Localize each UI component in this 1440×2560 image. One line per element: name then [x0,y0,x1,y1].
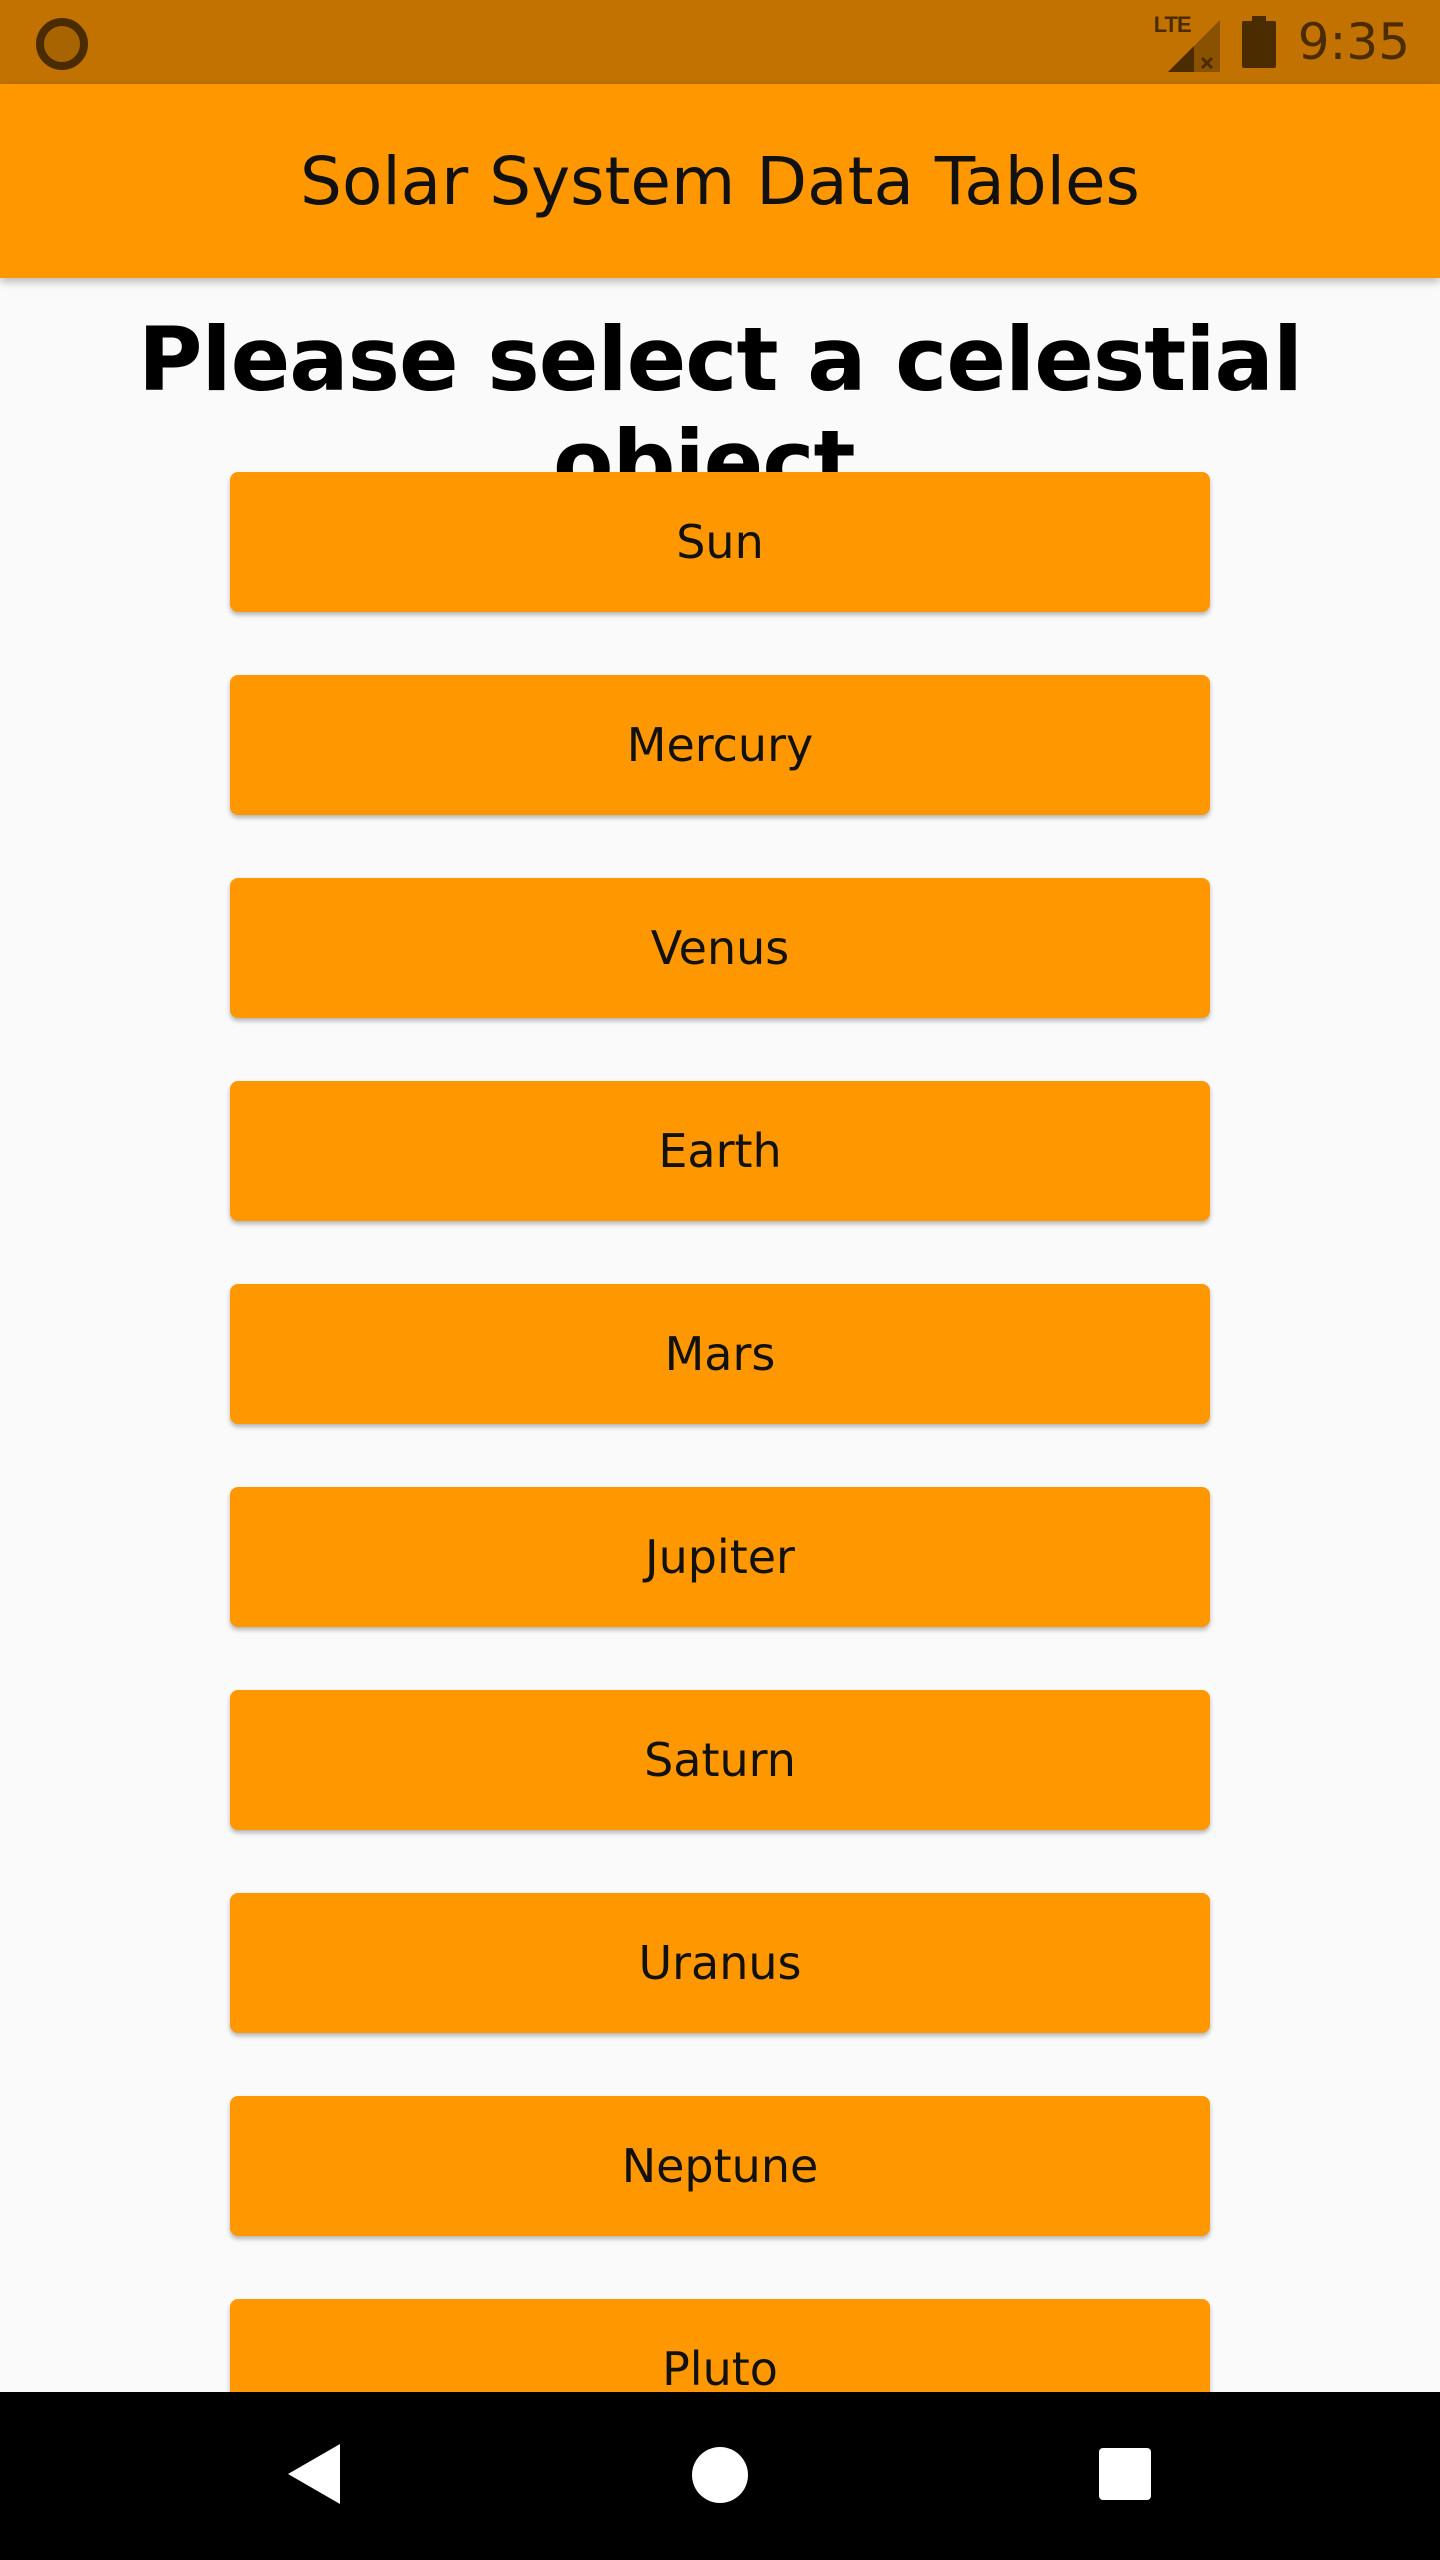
status-icons: LTE 9:35 [1154,0,1410,84]
app-screen: LTE 9:35 Solar System Data Tables Please… [0,0,1440,2560]
recents-icon[interactable] [1099,2448,1151,2500]
home-icon[interactable] [692,2447,748,2503]
earth-button[interactable]: Earth [230,1081,1210,1221]
venus-button[interactable]: Venus [230,878,1210,1018]
sun-button[interactable]: Sun [230,472,1210,612]
jupiter-button[interactable]: Jupiter [230,1487,1210,1627]
uranus-button[interactable]: Uranus [230,1893,1210,2033]
saturn-button[interactable]: Saturn [230,1690,1210,1830]
app-title: Solar System Data Tables [300,142,1140,220]
notification-circle-icon [36,18,88,70]
mars-button[interactable]: Mars [230,1284,1210,1424]
neptune-button[interactable]: Neptune [230,2096,1210,2236]
lte-signal-icon: LTE [1154,12,1220,72]
status-time: 9:35 [1297,13,1410,71]
navigation-bar [0,2392,1440,2560]
back-icon[interactable] [288,2444,340,2504]
celestial-object-list: Sun Mercury Venus Earth Mars Jupiter Sat… [230,472,1210,2502]
battery-icon [1241,16,1276,68]
network-type-label: LTE [1153,12,1192,37]
mercury-button[interactable]: Mercury [230,675,1210,815]
app-bar: Solar System Data Tables [0,84,1440,278]
status-bar: LTE 9:35 [0,0,1440,84]
